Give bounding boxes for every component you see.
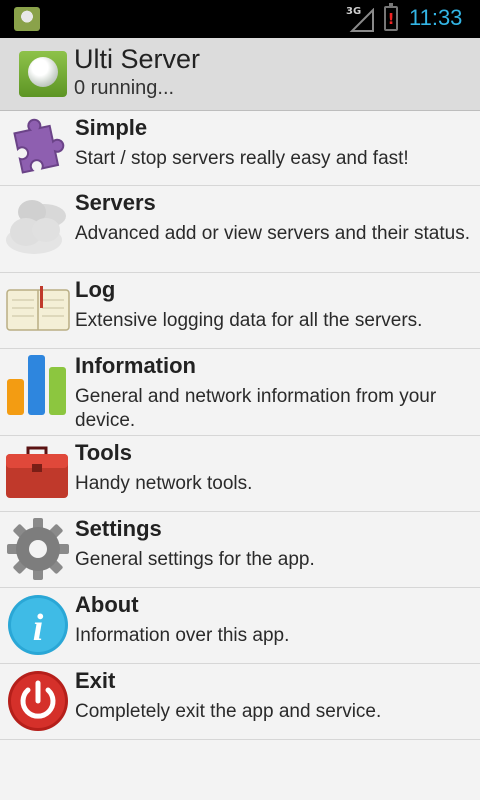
power-icon [4,668,70,734]
menu-item-tools[interactable]: Tools Handy network tools. [0,436,480,512]
menu-item-description: General and network information from you… [75,386,437,431]
toolbox-icon [4,442,70,508]
menu-item-description: Completely exit the app and service. [75,701,382,722]
clouds-icon [4,194,70,260]
clock: 11:33 [409,5,463,30]
app-header: Ulti Server 0 running... [0,38,480,111]
info-icon: i [4,592,70,658]
status-bar: 3G ! 11:33 [0,0,480,38]
bar-chart-icon [4,353,70,419]
menu-item-title: About [75,592,139,617]
menu-item-log[interactable]: Log Extensive logging data for all the s… [0,273,480,349]
notebook-icon [4,278,70,344]
menu-item-description: Start / stop servers really easy and fas… [75,148,409,169]
app-title: Ulti Server [74,44,201,74]
app-status-subtitle: 0 running... [74,77,175,99]
menu-item-settings[interactable]: Settings General settings for the app. [0,512,480,588]
menu-item-description: Advanced add or view servers and their s… [75,223,470,244]
menu-item-description: Extensive logging data for all the serve… [75,310,423,331]
signal-icon: 3G [344,6,374,32]
menu-item-simple[interactable]: Simple Start / stop servers really easy … [0,111,480,186]
svg-text:i: i [33,607,44,649]
menu-item-title: Information [75,353,196,378]
main-menu: Simple Start / stop servers really easy … [0,111,480,740]
menu-item-title: Servers [75,190,156,215]
battery-icon: ! [384,3,398,31]
menu-item-information[interactable]: Information General and network informat… [0,349,480,436]
menu-item-title: Exit [75,668,116,693]
gear-icon [4,516,70,582]
menu-item-title: Log [75,277,116,302]
menu-item-title: Settings [75,516,162,541]
app-notification-icon [14,7,40,31]
menu-item-exit[interactable]: Exit Completely exit the app and service… [0,664,480,740]
menu-item-description: General settings for the app. [75,549,315,570]
battery-alert-mark: ! [387,10,395,28]
menu-item-description: Information over this app. [75,625,290,646]
menu-item-description: Handy network tools. [75,473,253,494]
menu-item-title: Tools [75,440,133,465]
app-logo-icon [19,51,67,97]
puzzle-icon [4,115,70,181]
menu-item-title: Simple [75,115,148,140]
menu-item-about[interactable]: i About Information over this app. [0,588,480,664]
menu-item-servers[interactable]: Servers Advanced add or view servers and… [0,186,480,273]
